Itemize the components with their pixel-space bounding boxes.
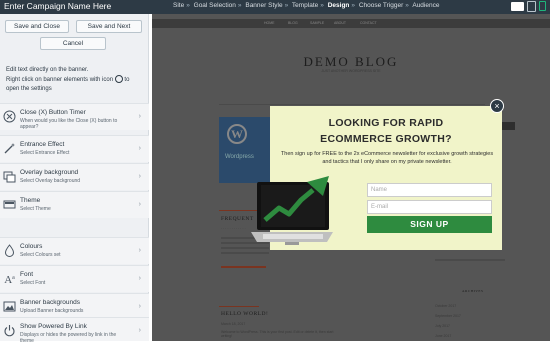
setting-title: Close (X) Button Timer <box>20 109 86 116</box>
font-icon: Aa <box>4 274 15 286</box>
setting-title: Show Powered By Link <box>20 323 87 330</box>
step-design[interactable]: Design <box>328 2 350 9</box>
nav-item: CONTACT <box>360 21 377 25</box>
popup-body-text[interactable]: Then sign up for FREE to the 2x eCommerc… <box>278 150 496 166</box>
post-title: HELLO WORLD! <box>221 311 269 317</box>
step-site[interactable]: Site <box>173 2 184 9</box>
blog-subtitle: JUST ANOTHER WORDPRESS SITE <box>321 69 381 73</box>
setting-title: Overlay background <box>20 169 79 176</box>
sign-up-button[interactable]: SIGN UP <box>367 216 492 233</box>
desktop-icon[interactable] <box>511 2 524 11</box>
nav-item: ABOUT <box>334 21 347 25</box>
chevron-right-icon: › <box>138 247 141 254</box>
help-line: open the settings <box>6 86 52 92</box>
step-separator: » <box>320 2 324 9</box>
chevron-right-icon: › <box>138 113 141 120</box>
chevron-right-icon: › <box>138 303 141 310</box>
device-switcher <box>511 1 546 12</box>
step-template[interactable]: Template <box>292 2 318 9</box>
top-bar: Enter Campaign Name Here Site» Goal Sele… <box>0 0 550 14</box>
nav-item: HOME <box>264 21 275 25</box>
settings-sidebar: Save and Close Save and Next Cancel Edit… <box>0 14 149 344</box>
nav-item: SAMPLE <box>310 21 325 25</box>
setting-subtitle: Select Entrance Effect <box>20 150 70 156</box>
blog-title: DEMO BLOG <box>303 54 399 69</box>
close-circle-icon <box>3 110 16 123</box>
magic-wand-icon <box>3 142 16 155</box>
setting-title: Banner backgrounds <box>20 299 80 306</box>
cancel-button[interactable]: Cancel <box>40 37 106 50</box>
settings-gear-icon <box>114 75 123 83</box>
chevron-right-icon: › <box>138 327 141 334</box>
step-separator: » <box>284 2 289 9</box>
text-line <box>435 259 505 261</box>
setting-font[interactable]: Aa Font Select Font › <box>0 265 149 292</box>
setting-subtitle: Upload Banner backgrounds <box>20 308 84 314</box>
popup-close-button[interactable]: × <box>490 99 504 113</box>
archive-link: September 2017 <box>435 314 461 318</box>
post-image-text: Wordpress <box>225 154 254 160</box>
setting-title: Font <box>20 271 34 278</box>
popup-headline[interactable]: ECOMMERCE GROWTH? <box>270 133 502 145</box>
setting-subtitle: Select Overlay background <box>20 178 81 184</box>
save-and-close-button[interactable]: Save and Close <box>5 20 69 33</box>
popup-headline[interactable]: LOOKING FOR RAPID <box>270 117 502 129</box>
email-input[interactable]: E-mail <box>367 200 492 214</box>
help-line: Edit text directly on the banner. <box>6 67 89 73</box>
step-goal-selection[interactable]: Goal Selection <box>194 2 236 9</box>
step-separator: » <box>186 2 190 9</box>
setting-subtitle: Select Font <box>20 280 46 286</box>
wizard-steps: Site» Goal Selection» Banner Style» Temp… <box>173 2 439 9</box>
chevron-right-icon: › <box>138 201 141 208</box>
archive-link: June 2017 <box>435 334 452 338</box>
setting-subtitle: When would you like the Close (X) button… <box>20 118 118 130</box>
colour-drop-icon <box>3 244 16 257</box>
help-text: Edit text directly on the banner. Right … <box>6 66 144 94</box>
wordpress-logo-icon: W <box>227 124 247 144</box>
archive-link: July 2017 <box>435 324 450 328</box>
setting-title: Colours <box>20 243 43 250</box>
name-input[interactable]: Name <box>367 183 492 197</box>
setting-subtitle: Select Colours set <box>20 252 61 258</box>
save-and-next-button[interactable]: Save and Next <box>76 20 142 33</box>
setting-colours[interactable]: Colours Select Colours set › <box>0 237 149 264</box>
step-audience[interactable]: Audience <box>412 2 439 9</box>
step-choose-trigger[interactable]: Choose Trigger <box>359 2 403 9</box>
setting-entrance-effect[interactable]: Entrance Effect Select Entrance Effect › <box>0 135 149 162</box>
step-separator: » <box>237 2 242 9</box>
setting-subtitle: Select Theme <box>20 206 51 212</box>
step-separator: » <box>351 2 356 9</box>
post-excerpt: Welcome to WordPress. This is your first… <box>221 330 334 338</box>
setting-close-button-timer[interactable]: Close (X) Button Timer When would you li… <box>0 103 149 130</box>
mobile-icon[interactable] <box>539 1 546 11</box>
laptop-growth-graphic <box>249 172 335 253</box>
setting-title: Entrance Effect <box>20 141 65 148</box>
step-banner-style[interactable]: Banner Style <box>245 2 282 9</box>
chevron-right-icon: › <box>138 173 141 180</box>
theme-icon <box>3 198 16 211</box>
help-line: Right click on banner elements with icon… <box>6 75 130 83</box>
nav-item: BLOG <box>288 21 298 25</box>
divider <box>219 104 485 105</box>
post-date: March 18, 2017 <box>221 322 246 326</box>
setting-overlay-background[interactable]: Overlay background Select Overlay backgr… <box>0 163 149 190</box>
power-icon <box>3 324 16 337</box>
setting-theme[interactable]: Theme Select Theme › <box>0 191 149 218</box>
setting-subtitle: Displays or hides the powered by link in… <box>20 332 117 344</box>
step-separator: » <box>405 2 409 9</box>
setting-show-powered-by-link[interactable]: Show Powered By Link Displays or hides t… <box>0 317 149 344</box>
image-icon <box>3 300 16 313</box>
read-more-link <box>221 266 266 268</box>
setting-banner-backgrounds[interactable]: Banner backgrounds Upload Banner backgro… <box>0 293 149 320</box>
archive-link: October 2017 <box>435 304 457 308</box>
overlay-icon <box>3 170 16 183</box>
setting-title: Theme <box>20 197 41 204</box>
blog-nav-bar: HOME BLOG SAMPLE ABOUT CONTACT <box>152 19 550 28</box>
archives-title: ARCHIVES <box>462 289 484 293</box>
accent-line <box>219 306 259 307</box>
chevron-right-icon: › <box>138 275 141 282</box>
chevron-right-icon: › <box>138 145 141 152</box>
tablet-icon[interactable] <box>527 1 536 12</box>
campaign-name-input[interactable]: Enter Campaign Name Here <box>4 1 111 11</box>
